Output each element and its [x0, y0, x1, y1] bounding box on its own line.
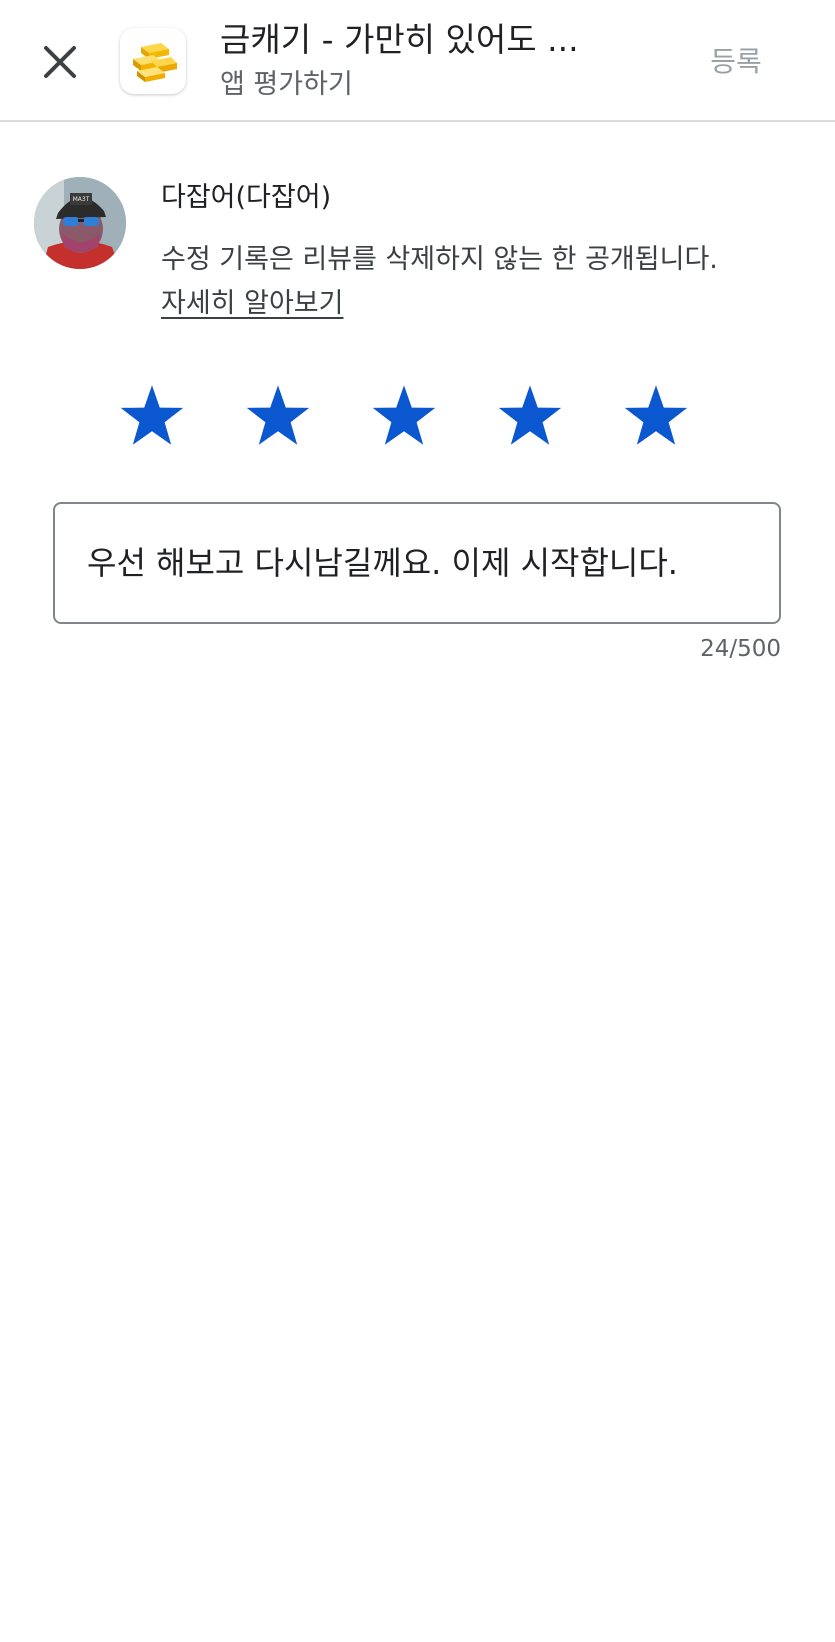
review-text: 우선 해보고 다시남길께요. 이제 시작합니다. — [87, 544, 678, 582]
user-name: 다잡어(다잡어) — [161, 182, 332, 213]
star-rating — [0, 380, 835, 452]
edit-history-notice: 수정 기록은 리뷰를 삭제하지 않는 한 공개됩니다. — [161, 244, 718, 275]
close-icon — [44, 46, 76, 78]
avatar: MA3T — [34, 177, 126, 269]
star-icon — [372, 385, 436, 445]
app-title: 금캐기 - 가만히 있어도 ... — [220, 20, 579, 59]
star-icon — [120, 385, 184, 445]
learn-more-link[interactable]: 자세히 알아보기 — [161, 284, 343, 324]
close-button[interactable] — [36, 38, 84, 86]
app-icon — [120, 28, 186, 94]
star-5[interactable] — [620, 380, 692, 452]
character-counter: 24/500 — [700, 636, 781, 662]
gold-bars-icon — [133, 43, 177, 82]
star-icon — [246, 385, 310, 445]
star-4[interactable] — [494, 380, 566, 452]
review-page: 금캐기 - 가만히 있어도 ... 앱 평가하기 등록 MA3T 다잡어(다잡어… — [0, 0, 835, 1642]
star-icon — [624, 385, 688, 445]
star-1[interactable] — [116, 380, 188, 452]
star-3[interactable] — [368, 380, 440, 452]
svg-text:MA3T: MA3T — [73, 196, 90, 203]
submit-button[interactable]: 등록 — [686, 38, 786, 86]
star-2[interactable] — [242, 380, 314, 452]
user-photo: MA3T — [34, 177, 126, 269]
page-subtitle: 앱 평가하기 — [220, 69, 353, 100]
review-textarea[interactable]: 우선 해보고 다시남길께요. 이제 시작합니다. — [53, 502, 781, 624]
header-bar: 금캐기 - 가만히 있어도 ... 앱 평가하기 등록 — [0, 0, 835, 122]
star-icon — [498, 385, 562, 445]
